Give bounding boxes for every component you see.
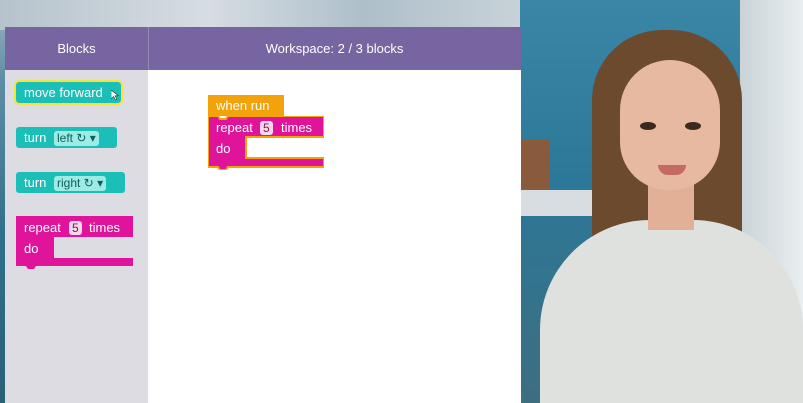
repeat-block[interactable]: repeat 5 times do bbox=[16, 216, 133, 269]
repeat-count-input[interactable]: 5 bbox=[69, 221, 82, 235]
do-label: do bbox=[216, 141, 231, 156]
turn-direction-dropdown[interactable]: left ↻ ▾ bbox=[54, 131, 99, 146]
presenter-eye bbox=[640, 122, 656, 130]
presenter bbox=[540, 30, 803, 403]
turn-left-block[interactable]: turn left ↻ ▾ bbox=[16, 127, 117, 148]
turn-label: turn bbox=[24, 175, 47, 190]
blocks-panel-title: Blocks bbox=[5, 27, 149, 70]
workspace-repeat-block[interactable]: repeat 5 times do bbox=[208, 116, 324, 170]
blockly-app: Blocks Workspace: 2 / 3 blocks move forw… bbox=[5, 27, 521, 403]
do-label: do bbox=[24, 241, 39, 256]
toolbox: move forward turn left ↻ ▾ turn right ↻ … bbox=[5, 70, 148, 403]
presenter-sweater bbox=[540, 220, 803, 403]
pointer-cursor-icon bbox=[111, 90, 119, 100]
workspace-title: Workspace: 2 / 3 blocks bbox=[265, 41, 404, 56]
turn-direction-dropdown[interactable]: right ↻ ▾ bbox=[54, 176, 107, 191]
background-window bbox=[0, 0, 520, 30]
times-label: times bbox=[89, 220, 121, 235]
turn-label: turn bbox=[24, 130, 47, 145]
turn-right-block[interactable]: turn right ↻ ▾ bbox=[16, 172, 125, 193]
workspace[interactable]: when run repeat 5 times do bbox=[148, 70, 521, 403]
when-run-label: when run bbox=[216, 98, 270, 113]
repeat-label: repeat bbox=[216, 120, 253, 135]
repeat-label: repeat bbox=[24, 220, 61, 235]
when-run-block[interactable]: when run bbox=[208, 95, 284, 116]
move-forward-label: move forward bbox=[24, 85, 103, 100]
times-label: times bbox=[281, 120, 313, 135]
presenter-eye bbox=[685, 122, 701, 130]
repeat-count-input[interactable]: 5 bbox=[260, 121, 273, 135]
move-forward-block[interactable]: move forward bbox=[14, 80, 123, 105]
app-header: Blocks Workspace: 2 / 3 blocks bbox=[5, 27, 521, 70]
